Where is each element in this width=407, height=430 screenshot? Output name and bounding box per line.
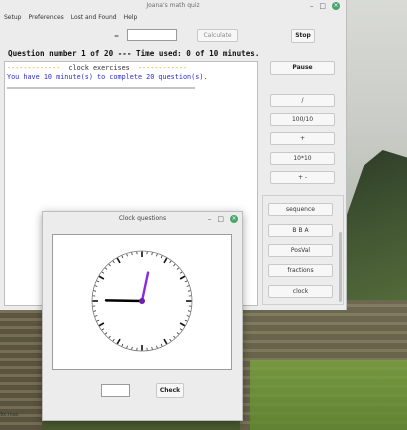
progress-rule bbox=[7, 87, 195, 89]
fractions-button[interactable]: fractions bbox=[268, 264, 333, 277]
window-title: Joana's math quiz bbox=[146, 2, 200, 9]
minimize-icon[interactable]: – bbox=[208, 215, 212, 223]
menu-setup[interactable]: Setup bbox=[4, 14, 21, 21]
stop-button[interactable]: Stop bbox=[291, 29, 315, 43]
maximize-icon[interactable]: □ bbox=[217, 215, 224, 223]
10-times-10-button[interactable]: 10*10 bbox=[270, 152, 335, 165]
answer-input[interactable] bbox=[127, 29, 177, 41]
menu-bar: Setup Preferences Lost and Found Help bbox=[4, 14, 137, 21]
close-icon[interactable]: × bbox=[230, 215, 238, 223]
time-message: You have 10 minute(s) to complete 20 que… bbox=[7, 73, 208, 81]
clock-face bbox=[91, 250, 193, 352]
bba-button[interactable]: B B A bbox=[268, 224, 333, 237]
dashes-left: ------------- bbox=[7, 64, 61, 72]
maximize-icon[interactable]: □ bbox=[319, 2, 326, 10]
dialog-controls: – □ × bbox=[208, 215, 238, 223]
exercise-heading-line: ------------- clock exercises ----------… bbox=[7, 64, 187, 72]
equals-label: = bbox=[114, 33, 120, 40]
divide-button[interactable]: / bbox=[270, 94, 335, 107]
pause-button[interactable]: Pause bbox=[270, 61, 335, 75]
hour-hand bbox=[104, 299, 144, 303]
plus-button[interactable]: + bbox=[270, 132, 335, 145]
window-controls: – □ × bbox=[310, 2, 340, 10]
exercise-heading: clock exercises bbox=[68, 64, 130, 72]
check-button[interactable]: Check bbox=[156, 383, 184, 398]
clock-center bbox=[139, 298, 145, 304]
menu-preferences[interactable]: Preferences bbox=[28, 14, 63, 21]
menu-lost-and-found[interactable]: Lost and Found bbox=[71, 14, 117, 21]
background-grass bbox=[250, 360, 407, 430]
close-icon[interactable]: × bbox=[332, 2, 340, 10]
status-bar: 9x:mas bbox=[0, 412, 19, 418]
clock-button[interactable]: clock bbox=[268, 285, 333, 298]
clock-canvas bbox=[52, 234, 232, 370]
question-status: Question number 1 of 20 --- Time used: 0… bbox=[8, 49, 260, 58]
posval-button[interactable]: PosVal bbox=[268, 244, 333, 257]
plus-minus-button[interactable]: + - bbox=[270, 171, 335, 184]
time-answer-input[interactable] bbox=[101, 384, 130, 397]
calculate-button[interactable]: Calculate bbox=[197, 29, 238, 42]
sequence-button[interactable]: sequence bbox=[268, 203, 333, 216]
minimize-icon[interactable]: – bbox=[310, 2, 314, 10]
100-div-10-button[interactable]: 100/10 bbox=[270, 113, 335, 126]
menu-help[interactable]: Help bbox=[124, 14, 138, 21]
dashes-right: ------------ bbox=[137, 64, 188, 72]
clock-dialog: Clock questions – □ × Check bbox=[42, 211, 243, 421]
scrollbar[interactable] bbox=[339, 232, 342, 302]
